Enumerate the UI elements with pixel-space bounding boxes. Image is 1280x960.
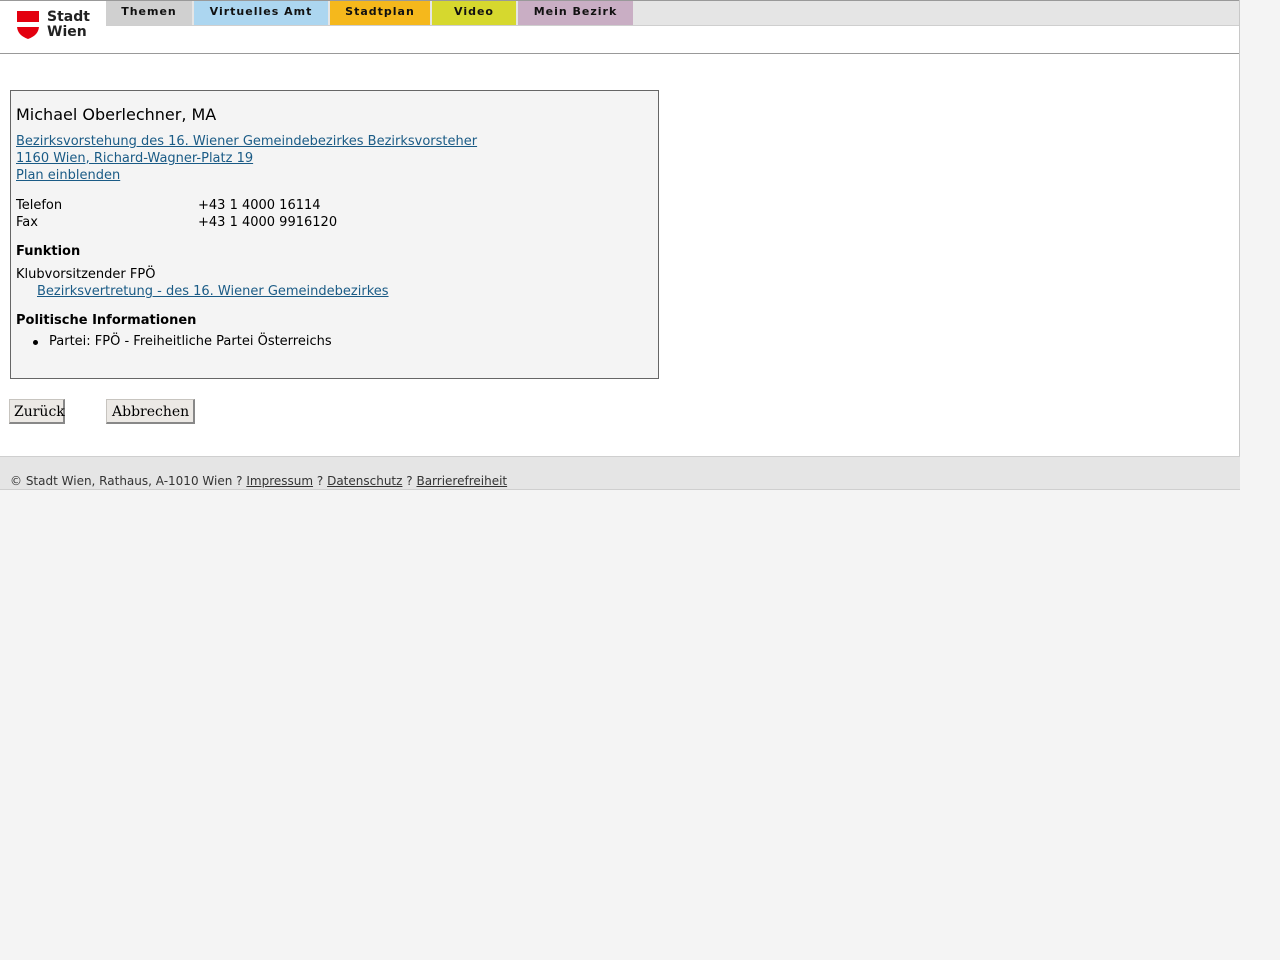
contact-value: +43 1 4000 9916120 <box>198 215 338 230</box>
footer-separator: ? <box>236 474 243 488</box>
page-content: Stadt Wien Themen Virtuelles Amt Stadtpl… <box>0 0 1240 456</box>
contact-label: Telefon <box>16 198 63 213</box>
barrierefreiheit-link[interactable]: Barrierefreiheit <box>416 474 507 488</box>
function-title: Klubvorsitzender FPÖ <box>16 267 156 282</box>
tab-mein-bezirk[interactable]: Mein Bezirk <box>518 1 633 25</box>
footer-separator: ? <box>406 474 413 488</box>
person-card: Michael Oberlechner, MA Bezirksvorstehun… <box>10 90 659 379</box>
cancel-button[interactable]: Abbrechen <box>106 399 195 424</box>
datenschutz-link[interactable]: Datenschutz <box>327 474 402 488</box>
list-item: Partei: FPÖ - Freiheitliche Partei Öster… <box>16 334 332 349</box>
impressum-link[interactable]: Impressum <box>246 474 313 488</box>
function-body-link[interactable]: Bezirksvertretung - des 16. Wiener Gemei… <box>37 284 389 299</box>
show-map-link[interactable]: Plan einblenden <box>16 167 477 184</box>
tab-stadtplan[interactable]: Stadtplan <box>330 1 430 25</box>
site-footer: © Stadt Wien, Rathaus, A-1010 Wien ? Imp… <box>0 456 1240 490</box>
contact-label: Fax <box>16 215 38 230</box>
bullet-icon <box>33 340 38 345</box>
contact-value: +43 1 4000 16114 <box>198 198 321 213</box>
copyright-text: © Stadt Wien, Rathaus, A-1010 Wien <box>10 474 233 488</box>
site-header: Stadt Wien Themen Virtuelles Amt Stadtpl… <box>0 0 1239 54</box>
logo-wordmark: Stadt Wien <box>47 10 90 40</box>
politics-item-text: Partei: FPÖ - Freiheitliche Partei Öster… <box>49 334 332 349</box>
back-button[interactable]: Zurück <box>9 399 65 424</box>
footer-separator: ? <box>316 474 324 488</box>
function-heading: Funktion <box>16 244 81 259</box>
address-link[interactable]: 1160 Wien, Richard-Wagner-Platz 19 <box>16 150 477 167</box>
tab-video[interactable]: Video <box>432 1 516 25</box>
logo-line2: Wien <box>47 24 87 40</box>
tab-themen[interactable]: Themen <box>106 1 192 25</box>
tab-virtuelles-amt[interactable]: Virtuelles Amt <box>194 1 328 25</box>
vienna-coat-of-arms-icon <box>17 11 39 39</box>
politics-heading: Politische Informationen <box>16 313 197 328</box>
politics-list: Partei: FPÖ - Freiheitliche Partei Öster… <box>16 334 332 349</box>
footer-text: © Stadt Wien, Rathaus, A-1010 Wien ? Imp… <box>10 474 507 488</box>
person-name: Michael Oberlechner, MA <box>16 105 217 124</box>
stadt-wien-logo[interactable]: Stadt Wien <box>17 10 97 42</box>
address-block: Bezirksvorstehung des 16. Wiener Gemeind… <box>16 133 477 184</box>
office-link[interactable]: Bezirksvorstehung des 16. Wiener Gemeind… <box>16 133 477 150</box>
logo-line1: Stadt <box>47 9 90 25</box>
